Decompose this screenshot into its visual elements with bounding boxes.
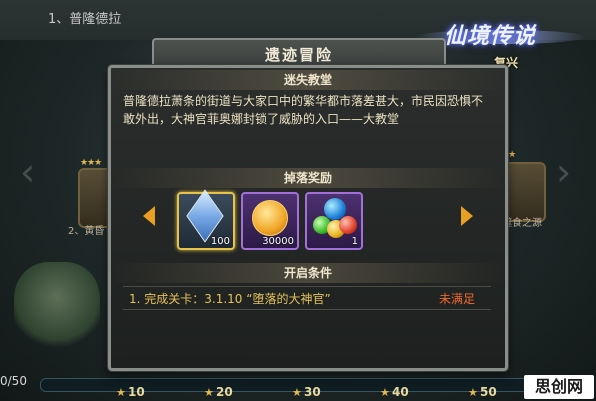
reward-item-orbs[interactable]: 1 — [305, 192, 363, 250]
milestone-label[interactable]: 30 — [304, 385, 321, 399]
reward-list: 100 30000 1 — [141, 189, 475, 252]
logo-title: 仙境传说 — [444, 23, 537, 49]
stage-description: 普隆德拉萧条的街道与大家口中的繁华都市落差甚大，市民因恐惧不敢外出，大神官菲奥娜… — [123, 94, 484, 126]
condition-row: 1. 完成关卡：3.1.10 “堕落的大神官” 未满足 — [123, 286, 491, 310]
milestone-star-icon: ★ — [116, 386, 126, 399]
diamond-icon — [186, 189, 224, 243]
reward-qty: 30000 — [262, 236, 294, 247]
reward-qty: 100 — [210, 236, 230, 247]
condition-status: 未满足 — [438, 292, 475, 306]
gold-coin-icon — [252, 200, 288, 236]
reward-qty: 1 — [351, 236, 358, 247]
milestone-label[interactable]: 20 — [216, 385, 233, 399]
condition-text: 1. 完成关卡：3.1.10 “堕落的大神官” — [129, 292, 331, 306]
stage-label: 1、普隆德拉 — [48, 12, 122, 27]
reward-item-gold-coin[interactable]: 30000 — [241, 192, 299, 250]
section-lost-church: 迷失教堂 — [111, 70, 505, 90]
milestone-label[interactable]: 50 — [480, 385, 497, 399]
milestone-star-icon: ★ — [292, 386, 302, 399]
section-unlock-conditions: 开启条件 — [111, 263, 505, 283]
reward-prev-arrow-icon[interactable] — [143, 206, 155, 226]
dialog-title: 遗迹冒险 — [264, 46, 333, 64]
milestone-star-icon: ★ — [204, 386, 214, 399]
milestone-star-icon: ★ — [468, 386, 478, 399]
next-stage-arrow-icon[interactable]: › — [556, 150, 571, 194]
prev-stage-arrow-icon[interactable]: ‹ — [20, 150, 35, 194]
reward-item-diamond[interactable]: 100 — [177, 189, 235, 250]
red-orb-icon — [339, 216, 357, 234]
map-island[interactable] — [14, 262, 100, 352]
ruins-adventure-dialog: 迷失教堂 普隆德拉萧条的街道与大家口中的繁华都市落差甚大，市民因恐惧不敢外出，大… — [108, 65, 508, 371]
section-drop-rewards: 掉落奖励 — [111, 168, 505, 188]
progress-count: 0/50 — [0, 374, 27, 388]
reward-next-arrow-icon[interactable] — [461, 206, 473, 226]
milestone-label[interactable]: 40 — [392, 385, 409, 399]
stage-stars-left: ★★★ — [80, 158, 102, 168]
stage-card-left-label: 2、黄昏 — [68, 226, 105, 237]
watermark-logo: 思创网 — [524, 375, 594, 399]
milestone-star-icon: ★ — [380, 386, 390, 399]
stage-card-right-label: 噬食之源 — [502, 218, 542, 229]
milestone-label[interactable]: 10 — [128, 385, 145, 399]
